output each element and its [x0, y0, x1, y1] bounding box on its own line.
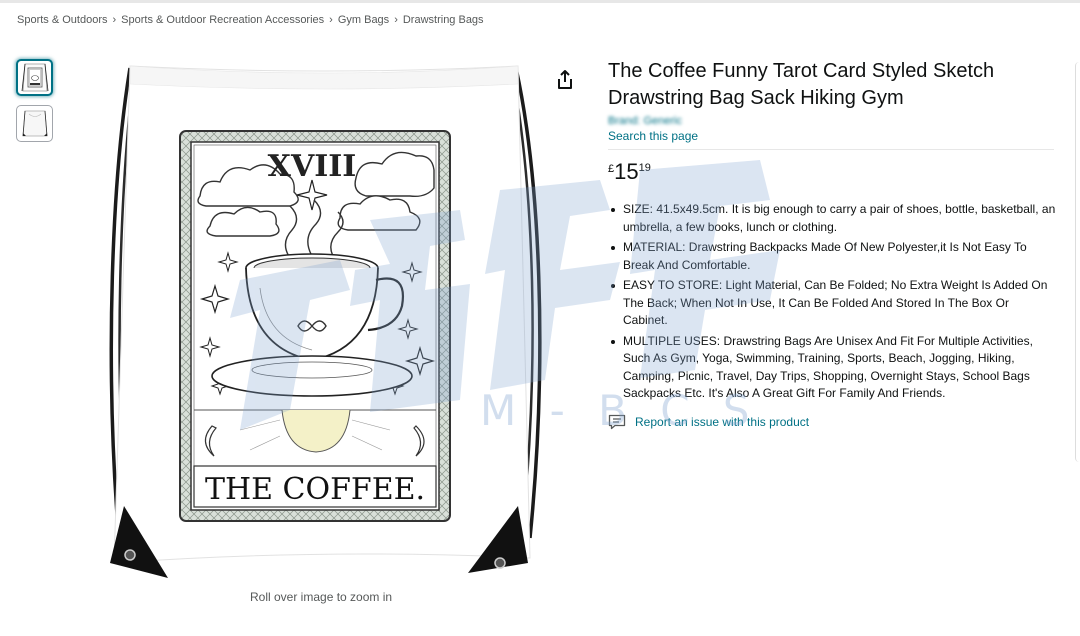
thumbnail-back[interactable]	[16, 105, 53, 142]
product-title: The Coffee Funny Tarot Card Styled Sketc…	[608, 60, 995, 109]
report-issue-link[interactable]: Report an issue with this product	[608, 414, 1056, 430]
scroll-edge	[1075, 62, 1080, 462]
main-product-image[interactable]: XVIII THE COFFEE.	[90, 58, 570, 586]
breadcrumb-separator: ›	[329, 14, 333, 26]
price-whole: 15	[614, 159, 639, 184]
feature-bullet-uses: MULTIPLE USES: Drawstring Bags Are Unise…	[608, 333, 1056, 403]
feature-bullet-material: MATERIAL: Drawstring Backpacks Made Of N…	[608, 239, 1056, 274]
feature-bullets: SIZE: 41.5x49.5cm. It is big enough to c…	[608, 201, 1056, 403]
card-numeral: XVIII	[268, 149, 357, 184]
breadcrumb-separator: ›	[394, 14, 398, 26]
breadcrumb-link-drawstring-bags[interactable]: Drawstring Bags	[403, 14, 484, 26]
bag-back-thumbnail-image	[22, 110, 47, 137]
zoom-hint: Roll over image to zoom in	[250, 590, 393, 604]
feature-bullet-storage: EASY TO STORE: Light Material, Can Be Fo…	[608, 277, 1056, 330]
search-this-page-link[interactable]: Search this page	[608, 129, 1056, 143]
breadcrumb-separator: ›	[112, 14, 117, 26]
report-issue-label: Report an issue with this product	[635, 414, 810, 429]
product-info: The Coffee Funny Tarot Card Styled Sketc…	[608, 58, 1056, 430]
breadcrumb-link-recreation-accessories[interactable]: Sports & Outdoor Recreation Accessories	[121, 14, 324, 26]
price-fraction: 19	[638, 162, 651, 174]
breadcrumb-link-sports-outdoors[interactable]: Sports & Outdoors	[17, 14, 108, 26]
thumbnail-list	[16, 59, 53, 151]
price: £ 15 19	[608, 159, 1056, 185]
breadcrumb-link-gym-bags[interactable]: Gym Bags	[338, 14, 389, 26]
brand-link[interactable]: Brand: Generic	[608, 115, 1056, 129]
share-icon[interactable]	[553, 68, 577, 92]
feature-bullet-size: SIZE: 41.5x49.5cm. It is big enough to c…	[608, 201, 1056, 236]
card-caption: THE COFFEE.	[205, 472, 425, 507]
thumbnail-front[interactable]	[16, 59, 53, 96]
breadcrumb: Sports & Outdoors › Sports & Outdoor Rec…	[17, 14, 484, 26]
divider	[608, 149, 1054, 150]
bag-front-thumbnail-image	[21, 63, 48, 92]
top-divider	[0, 0, 1080, 3]
report-icon	[608, 414, 626, 429]
